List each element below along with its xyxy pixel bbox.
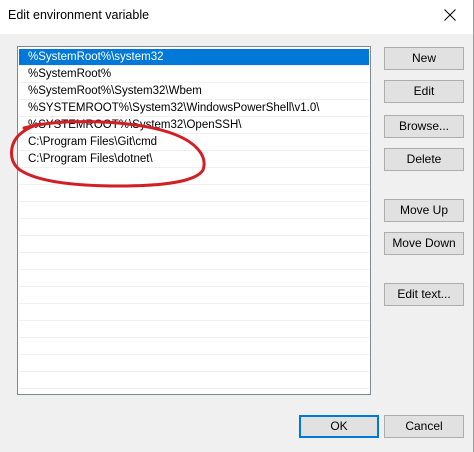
empty-row[interactable] (19, 287, 369, 304)
move-down-button[interactable]: Move Down (384, 232, 464, 255)
new-button[interactable]: New (384, 47, 464, 70)
window-title: Edit environment variable (8, 8, 150, 22)
list-item-text: %SystemRoot%\System32\Wbem (28, 85, 202, 97)
close-icon (444, 9, 456, 21)
list-item-text: %SYSTEMROOT%\System32\WindowsPowerShell\… (28, 102, 320, 114)
empty-row[interactable] (19, 321, 369, 338)
empty-row[interactable] (19, 168, 369, 185)
path-list[interactable]: %SystemRoot%\system32 %SystemRoot% %Syst… (17, 46, 371, 395)
edit-environment-variable-dialog: Edit environment variable %SystemRoot%\s… (0, 0, 474, 452)
empty-row[interactable] (19, 355, 369, 372)
list-item-text: C:\Program Files\dotnet\ (28, 153, 153, 165)
empty-row[interactable] (19, 253, 369, 270)
list-item[interactable]: %SystemRoot%\system32 (19, 49, 369, 66)
empty-row[interactable] (19, 304, 369, 321)
list-item[interactable]: %SYSTEMROOT%\System32\WindowsPowerShell\… (19, 100, 369, 117)
empty-row[interactable] (19, 270, 369, 287)
empty-row[interactable] (19, 202, 369, 219)
empty-row[interactable] (19, 236, 369, 253)
close-button[interactable] (428, 0, 473, 30)
edit-text-button[interactable]: Edit text... (384, 283, 464, 306)
list-item[interactable]: %SystemRoot% (19, 66, 369, 83)
list-item[interactable]: C:\Program Files\dotnet\ (19, 151, 369, 168)
list-item[interactable]: %SYSTEMROOT%\System32\OpenSSH\ (19, 117, 369, 134)
list-item-text: %SYSTEMROOT%\System32\OpenSSH\ (28, 119, 242, 131)
cancel-button[interactable]: Cancel (384, 415, 464, 438)
empty-row[interactable] (19, 219, 369, 236)
list-item[interactable]: %SystemRoot%\System32\Wbem (19, 83, 369, 100)
ok-button[interactable]: OK (299, 415, 379, 438)
title-bar: Edit environment variable (0, 0, 473, 34)
move-up-button[interactable]: Move Up (384, 199, 464, 222)
edit-button[interactable]: Edit (384, 80, 464, 103)
list-item-text: %SystemRoot%\system32 (28, 51, 164, 63)
empty-row[interactable] (19, 185, 369, 202)
browse-button[interactable]: Browse... (384, 115, 464, 138)
delete-button[interactable]: Delete (384, 148, 464, 171)
list-item-text: C:\Program Files\Git\cmd (28, 136, 158, 148)
empty-row[interactable] (19, 338, 369, 355)
empty-row[interactable] (19, 372, 369, 389)
list-item[interactable]: C:\Program Files\Git\cmd (19, 134, 369, 151)
list-item-text: %SystemRoot% (28, 68, 112, 80)
